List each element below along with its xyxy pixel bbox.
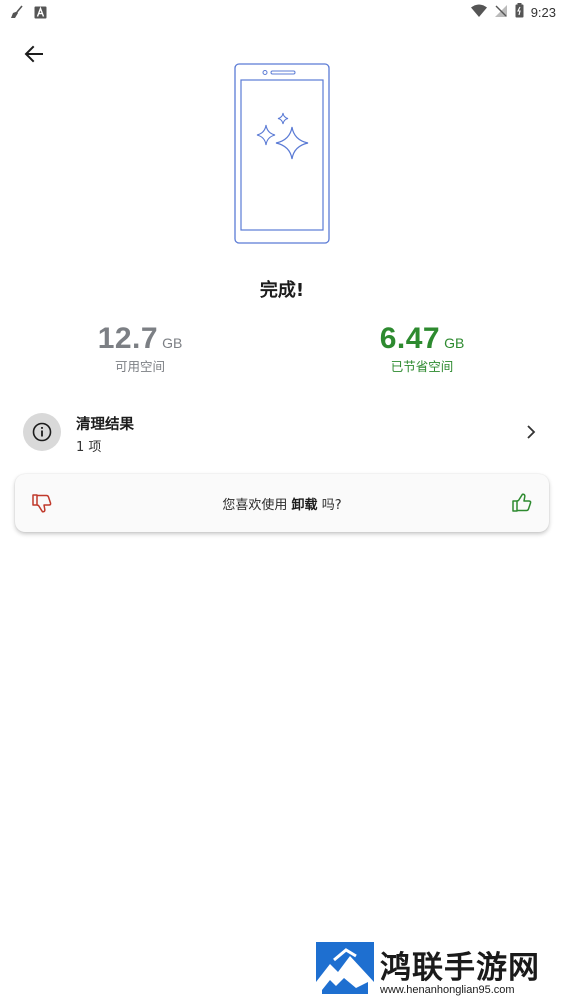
watermark-logo-icon [316, 942, 374, 998]
feedback-app-name: 卸载 [291, 498, 318, 513]
watermark: 鸿联手游网 www.henanhonglian95.com [316, 940, 560, 1000]
status-time: 9:23 [530, 5, 556, 20]
cleanup-result-title: 清理结果 [76, 417, 134, 433]
watermark-title: 鸿联手游网 [380, 950, 540, 986]
free-space-label: 可用空间 [114, 359, 165, 374]
chevron-right-icon [527, 425, 536, 439]
cleanup-result-count: 1 项 [76, 440, 102, 455]
feedback-prefix: 您喜欢使用 [222, 498, 288, 513]
phone-sparkle-illustration [234, 63, 330, 244]
status-bar: 9:23 [0, 0, 564, 24]
no-signal-icon [494, 3, 508, 22]
completion-title: 完成! [259, 280, 305, 301]
thumb-up-icon[interactable] [511, 492, 533, 514]
saved-space-stat: 6.47 GB 已节省空间 [322, 322, 522, 375]
cleanup-result-row[interactable]: 清理结果 1 项 [0, 404, 564, 460]
feedback-question: 您喜欢使用 卸载 吗? [15, 494, 549, 513]
info-icon [23, 413, 61, 451]
broom-icon [10, 4, 24, 23]
wifi-icon [470, 3, 487, 22]
free-space-stat: 12.7 GB 可用空间 [40, 322, 240, 375]
free-space-value: 12.7 [97, 322, 159, 355]
saved-space-unit: GB [444, 335, 465, 351]
battery-icon [515, 3, 524, 22]
free-space-unit: GB [162, 335, 183, 351]
saved-space-value: 6.47 [379, 322, 441, 355]
feedback-card: 您喜欢使用 卸载 吗? [15, 474, 549, 532]
feedback-suffix: 吗? [321, 498, 342, 513]
saved-space-label: 已节省空间 [390, 359, 454, 374]
a-letter-icon [34, 4, 47, 23]
back-arrow-icon [24, 45, 43, 63]
watermark-url: www.henanhonglian95.com [380, 984, 515, 996]
back-button[interactable] [20, 40, 48, 68]
